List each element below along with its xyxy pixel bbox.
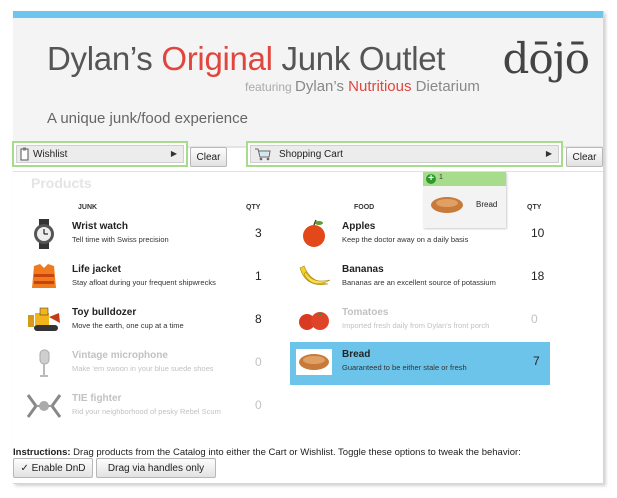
clipboard-icon [20,147,29,161]
product-description: Guaranteed to be either stale or fresh [342,363,467,372]
toy-bulldozer-image [28,307,60,331]
dojo-logo: dōjō [502,34,590,83]
products-heading: Products [31,175,92,191]
product-description: Imported fresh daily from Dylan's front … [342,321,490,330]
product-name: Toy bulldozer [72,307,137,318]
cart-label: Shopping Cart [279,149,343,160]
product-row-bananas[interactable]: Bananas Bananas are an excellent source … [290,257,550,297]
site-title: Dylan’s Original Junk Outlet [47,40,446,77]
product-description: Bananas are an excellent source of potas… [342,278,496,287]
product-qty: 0 [531,312,538,326]
drag-handles-only-toggle[interactable]: Drag via handles only [96,458,216,478]
site-header: Dylan’s Original Junk Outlet featuring D… [13,18,603,146]
apple-image [303,219,325,247]
tagline: A unique junk/food experience [47,110,248,127]
banana-image [299,265,331,285]
wishlist-dropzone[interactable]: Wishlist ▶ [12,141,188,167]
product-row-tie-fighter[interactable]: TIE fighter Rid your neighborhood of pes… [20,386,270,426]
plus-icon: + [426,174,436,184]
product-name: Apples [342,221,376,232]
product-description: Keep the doctor away on a daily basis [342,235,469,244]
product-qty: 0 [255,355,262,369]
product-qty: 3 [255,226,262,240]
product-name: Life jacket [72,264,121,275]
life-jacket-image [32,264,56,288]
food-column-header: FOOD [354,204,375,211]
junk-column-header: JUNK [78,204,98,211]
product-description: Tell time with Swiss precision [72,235,169,244]
product-description: Rid your neighborhood of pesky Rebel Scu… [72,407,221,416]
enable-dnd-toggle[interactable]: ✓ Enable DnD [13,458,93,478]
product-qty: 18 [531,269,545,283]
product-row-toy-bulldozer[interactable]: Toy bulldozer Move the earth, one cup at… [20,300,270,340]
wishlist-clear-button[interactable]: Clear [190,147,227,167]
site-subtitle: featuring Dylan’s Nutritious Dietarium [245,78,480,95]
product-row-tomatoes[interactable]: Tomatoes Imported fresh daily from Dylan… [290,300,550,340]
drag-count-badge: + 1 [423,172,506,186]
product-name: TIE fighter [72,393,122,404]
wishlist-bar[interactable]: Wishlist ▶ [16,145,184,163]
toolbar-divider [13,171,603,172]
top-accent-bar [13,11,603,18]
product-qty: 1 [255,269,262,283]
wrist-watch-image [34,219,54,249]
bread-image [296,349,332,375]
expand-arrow-icon[interactable]: ▶ [171,149,177,158]
product-description: Move the earth, one cup at a time [72,321,184,330]
product-description: Make 'em swoon in your blue suede shoes [72,364,214,373]
bread-image [431,197,463,213]
product-name: Bread [342,349,371,360]
product-qty: 8 [255,312,262,326]
junk-qty-header: QTY [246,204,261,211]
product-name: Vintage microphone [72,350,168,361]
product-row-wrist-watch[interactable]: Wrist watch Tell time with Swiss precisi… [20,214,270,254]
vintage-microphone-image [39,349,50,377]
wishlist-label: Wishlist [33,149,68,160]
tie-fighter-image [26,394,62,418]
cart-clear-button[interactable]: Clear [566,147,603,167]
product-row-life-jacket[interactable]: Life jacket Stay afloat during your freq… [20,257,270,297]
instructions-text: Instructions: Drag products from the Cat… [13,447,521,458]
product-qty: 10 [531,226,545,240]
product-qty: 7 [533,354,540,368]
drag-item-name: Bread [476,200,498,209]
product-description: Stay afloat during your frequent shipwre… [72,278,216,287]
product-name: Wrist watch [72,221,128,232]
expand-arrow-icon[interactable]: ▶ [546,149,552,158]
cart-bar[interactable]: Shopping Cart ▶ [250,145,559,163]
cart-icon [255,148,271,161]
product-row-vintage-microphone[interactable]: Vintage microphone Make 'em swoon in you… [20,343,270,383]
product-name: Bananas [342,264,384,275]
product-name: Tomatoes [342,307,389,318]
app-window: Dylan’s Original Junk Outlet featuring D… [12,11,604,484]
product-qty: 0 [255,398,262,412]
food-qty-header: QTY [527,204,542,211]
tomato-image [299,312,329,330]
cart-dropzone[interactable]: Shopping Cart ▶ [246,141,563,167]
drag-avatar: + 1 Bread [423,172,506,228]
product-row-apples[interactable]: Apples Keep the doctor away on a daily b… [290,214,550,254]
product-row-bread[interactable]: Bread Guaranteed to be either stale or f… [290,342,550,385]
